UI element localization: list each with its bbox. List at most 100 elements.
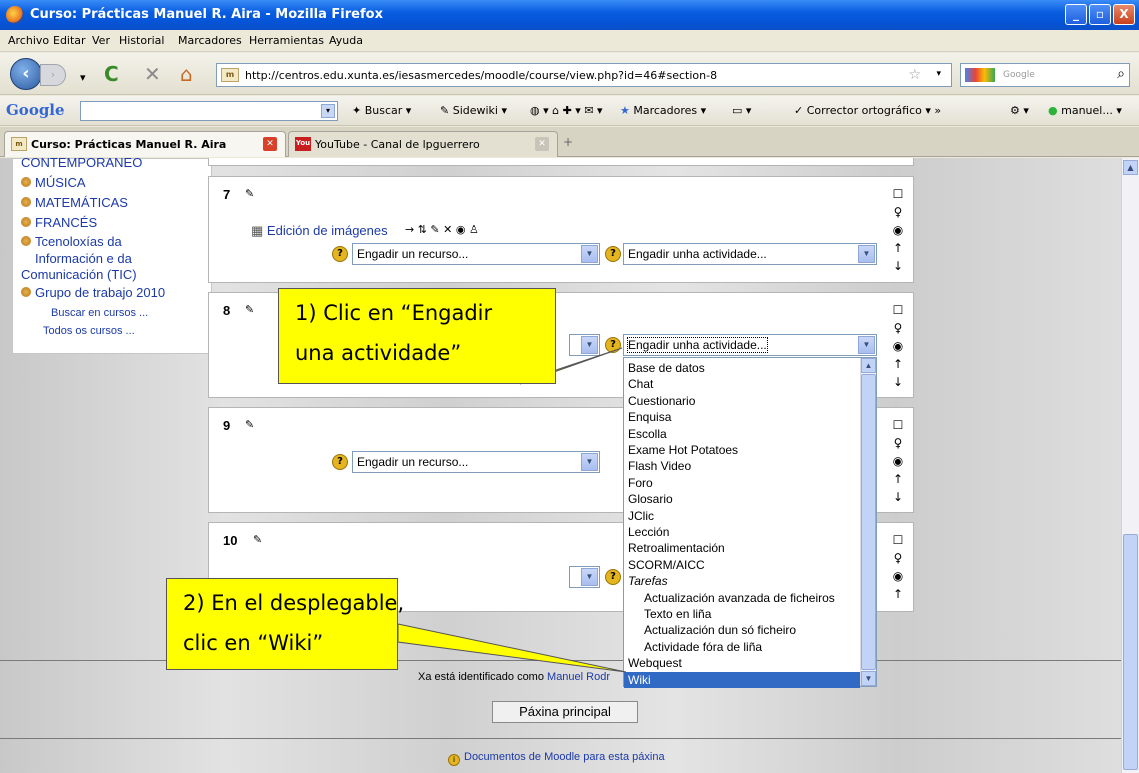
- highlight-bulb-icon[interactable]: ♀: [891, 203, 905, 221]
- close-tab-icon[interactable]: ✕: [263, 137, 277, 151]
- close-window-button[interactable]: X: [1113, 4, 1135, 25]
- course-link-matematicas[interactable]: MATEMÁTICAS: [21, 195, 128, 210]
- home-page-button[interactable]: Páxina principal: [492, 701, 638, 723]
- account-button[interactable]: ● manuel... ▾: [1048, 104, 1122, 117]
- user-link[interactable]: Manuel Rodr: [547, 671, 610, 683]
- add-resource-select[interactable]: ▼: [569, 566, 600, 588]
- visibility-eye-icon[interactable]: ◉: [891, 567, 905, 585]
- resource-edit-icons[interactable]: → ⇅ ✎ ✕ ◉ ♙: [405, 223, 479, 236]
- add-activity-select-open[interactable]: Engadir unha actividade... ▼: [623, 334, 877, 356]
- help-icon[interactable]: ?: [605, 246, 621, 262]
- dropdown-option[interactable]: Actualización avanzada de ficheiros: [644, 590, 835, 606]
- chevron-down-icon[interactable]: ▾: [321, 104, 335, 118]
- move-down-icon[interactable]: ↓: [891, 257, 905, 275]
- back-button[interactable]: ‹: [10, 58, 42, 90]
- dropdown-option[interactable]: Exame Hot Potatoes: [628, 442, 738, 458]
- move-down-icon[interactable]: ↓: [891, 373, 905, 391]
- tab-curso[interactable]: m Curso: Prácticas Manuel R. Aira ✕: [4, 131, 286, 157]
- home-icon[interactable]: ⌂: [180, 63, 193, 85]
- help-icon[interactable]: ?: [605, 337, 621, 353]
- search-icon[interactable]: ⌕: [1117, 66, 1125, 82]
- toolbar-tab-icon[interactable]: ▭ ▾: [732, 104, 751, 117]
- menu-ver[interactable]: Ver: [92, 34, 110, 47]
- move-down-icon[interactable]: ↓: [891, 488, 905, 506]
- tab-youtube[interactable]: You YouTube - Canal de lpguerrero ✕: [288, 131, 558, 157]
- dropdown-option[interactable]: Wiki: [624, 671, 860, 688]
- course-link-tic[interactable]: Tcenoloxías da: [21, 234, 122, 249]
- buscar-button[interactable]: ✦ Buscar ▾: [352, 104, 411, 117]
- edit-summary-icon[interactable]: ✎: [245, 418, 254, 431]
- new-tab-icon[interactable]: +: [563, 135, 573, 149]
- google-toolbar-input[interactable]: ▾: [80, 101, 338, 121]
- dropdown-option[interactable]: SCORM/AICC: [628, 557, 705, 573]
- url-bar[interactable]: m http://centros.edu.xunta.es/iesasmerce…: [216, 63, 952, 87]
- add-resource-select[interactable]: Engadir un recurso... ▼: [352, 243, 600, 265]
- url-text[interactable]: http://centros.edu.xunta.es/iesasmercede…: [245, 69, 717, 82]
- add-activity-select[interactable]: Engadir unha actividade... ▼: [623, 243, 877, 265]
- add-resource-select[interactable]: ▼: [569, 334, 600, 356]
- forward-button[interactable]: ›: [40, 64, 66, 86]
- edit-summary-icon[interactable]: ✎: [253, 533, 262, 546]
- add-resource-select[interactable]: Engadir un recurso... ▼: [352, 451, 600, 473]
- page-scrollbar[interactable]: ▲: [1121, 158, 1139, 773]
- visibility-eye-icon[interactable]: ◉: [891, 337, 905, 355]
- help-icon[interactable]: ?: [332, 454, 348, 470]
- menu-marcadores[interactable]: Marcadores: [178, 34, 242, 47]
- show-only-section-icon[interactable]: ☐: [891, 416, 905, 434]
- reload-icon[interactable]: C: [104, 63, 119, 85]
- minimize-button[interactable]: _: [1065, 4, 1087, 25]
- toolbar-icons[interactable]: ◍ ▾ ⌂ ✚ ▾ ✉ ▾: [530, 104, 603, 117]
- dropdown-option[interactable]: Chat: [628, 376, 653, 392]
- menu-editar[interactable]: Editar: [53, 34, 86, 47]
- dropdown-option[interactable]: Lección: [628, 524, 669, 540]
- dropdown-option[interactable]: Enquisa: [628, 409, 671, 425]
- resource-link[interactable]: ▦ Edición de imágenes: [251, 223, 388, 239]
- course-link-frances[interactable]: FRANCÉS: [21, 215, 97, 230]
- bookmark-star-icon[interactable]: ☆: [908, 67, 921, 83]
- help-icon[interactable]: ?: [332, 246, 348, 262]
- marcadores-button[interactable]: ★ Marcadores ▾: [620, 104, 706, 117]
- scroll-down-icon[interactable]: ▼: [861, 671, 876, 686]
- edit-summary-icon[interactable]: ✎: [245, 187, 254, 200]
- sidewiki-button[interactable]: ✎ Sidewiki ▾: [440, 104, 507, 117]
- maximize-button[interactable]: ▫: [1089, 4, 1111, 25]
- dropdown-option[interactable]: JClic: [628, 508, 654, 524]
- dropdown-option[interactable]: Base de datos: [628, 360, 705, 376]
- course-link[interactable]: CONTEMPORÁNEO: [21, 158, 142, 170]
- course-link-grupo[interactable]: Grupo de trabajo 2010: [21, 285, 165, 300]
- moodle-docs-link[interactable]: i Documentos de Moodle para esta páxina: [448, 751, 665, 766]
- course-link-tic-line2[interactable]: Información e da: [35, 251, 132, 266]
- scroll-thumb[interactable]: [861, 374, 876, 670]
- dropdown-option[interactable]: Actualización dun só ficheiro: [644, 622, 796, 638]
- wrench-icon[interactable]: ⚙ ▾: [1010, 104, 1029, 117]
- dropdown-option[interactable]: Glosario: [628, 491, 673, 507]
- url-history-icon[interactable]: ▾: [936, 69, 941, 79]
- dropdown-option[interactable]: Cuestionario: [628, 393, 695, 409]
- show-only-section-icon[interactable]: ☐: [891, 185, 905, 203]
- move-up-icon[interactable]: ↑: [891, 585, 905, 603]
- move-up-icon[interactable]: ↑: [891, 355, 905, 373]
- highlight-bulb-icon[interactable]: ♀: [891, 549, 905, 567]
- dropdown-option[interactable]: Webquest: [628, 655, 682, 671]
- menu-historial[interactable]: Historial: [119, 34, 164, 47]
- visibility-eye-icon[interactable]: ◉: [891, 452, 905, 470]
- show-only-section-icon[interactable]: ☐: [891, 301, 905, 319]
- show-only-section-icon[interactable]: ☐: [891, 531, 905, 549]
- highlight-bulb-icon[interactable]: ♀: [891, 434, 905, 452]
- scroll-thumb[interactable]: [1123, 534, 1138, 770]
- move-up-icon[interactable]: ↑: [891, 239, 905, 257]
- scroll-up-icon[interactable]: ▲: [861, 358, 876, 373]
- menu-herramientas[interactable]: Herramientas: [249, 34, 324, 47]
- menu-archivo[interactable]: Archivo: [8, 34, 49, 47]
- close-tab-icon[interactable]: ✕: [535, 137, 549, 151]
- search-box[interactable]: Google ⌕: [960, 63, 1130, 87]
- visibility-eye-icon[interactable]: ◉: [891, 221, 905, 239]
- stop-icon[interactable]: ✕: [144, 63, 161, 85]
- move-up-icon[interactable]: ↑: [891, 470, 905, 488]
- dropdown-scrollbar[interactable]: ▲ ▼: [860, 358, 876, 686]
- all-courses-link[interactable]: Todos os cursos ...: [43, 325, 135, 337]
- dropdown-option[interactable]: Foro: [628, 475, 653, 491]
- help-icon[interactable]: ?: [605, 569, 621, 585]
- dropdown-option[interactable]: Flash Video: [628, 458, 691, 474]
- search-courses-link[interactable]: Buscar en cursos ...: [51, 307, 148, 319]
